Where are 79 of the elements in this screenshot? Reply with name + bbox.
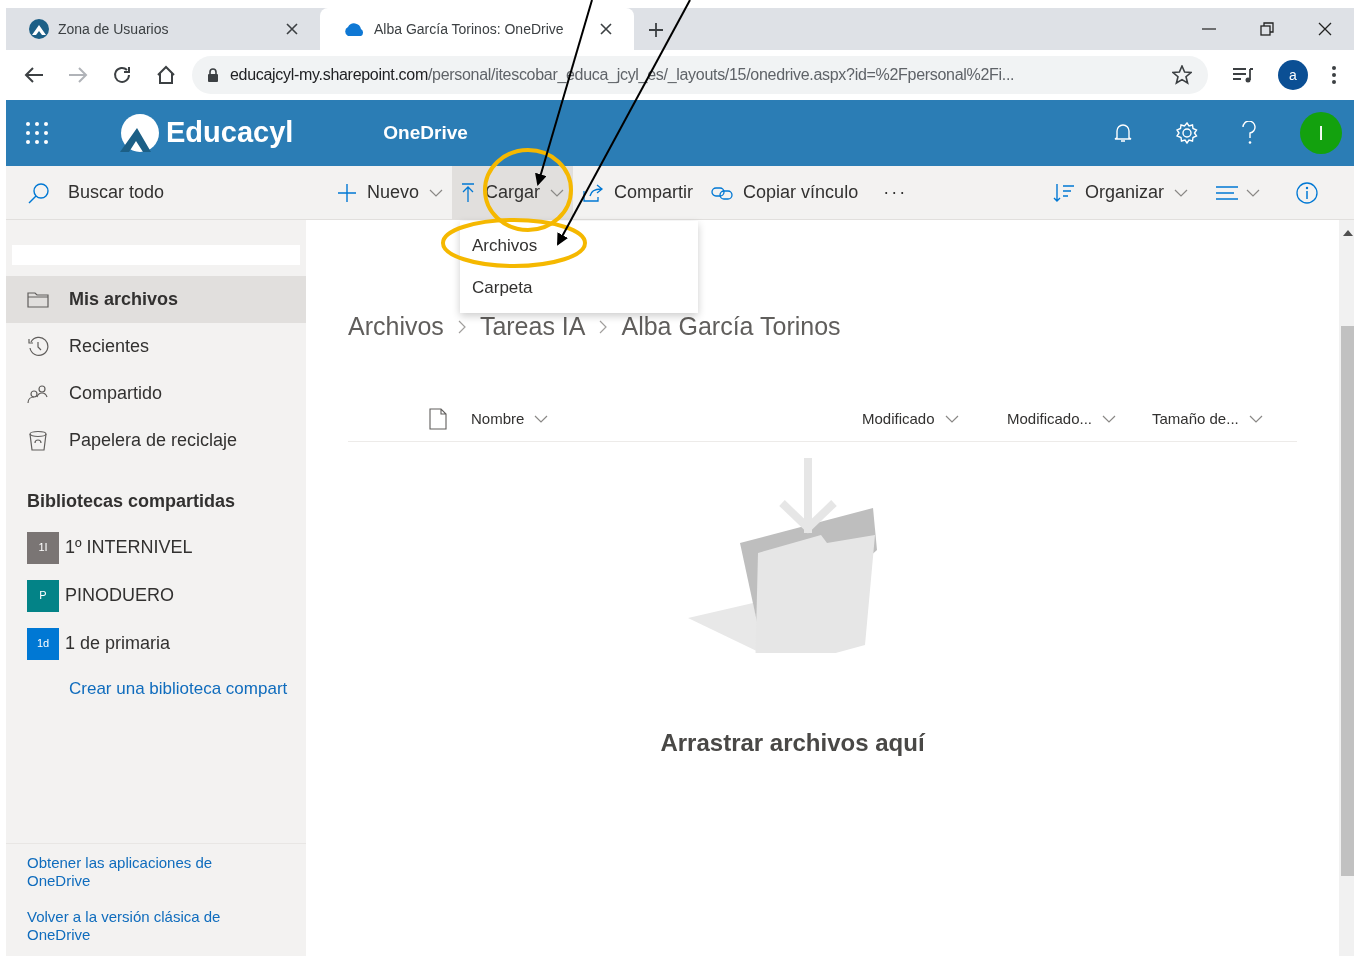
info-icon[interactable] — [1296, 181, 1318, 204]
bell-icon[interactable] — [1114, 123, 1132, 143]
nav-item[interactable]: Mis archivos — [6, 276, 306, 323]
tab-title: Alba García Torinos: OneDrive — [374, 19, 565, 39]
menu-item[interactable]: Archivos — [460, 225, 698, 267]
breadcrumb-item[interactable]: Alba García Torinos — [621, 308, 841, 346]
lock-icon — [208, 68, 218, 82]
star-icon[interactable] — [1172, 65, 1192, 85]
search-icon — [28, 181, 50, 204]
empty-state-message: Arrastrar archivos aquí — [660, 727, 925, 758]
footer-link[interactable]: Volver a la versión clásica de OneDrive — [27, 908, 247, 944]
sort-icon — [1052, 182, 1075, 203]
close-icon[interactable] — [600, 23, 612, 35]
library-badge: P — [27, 579, 59, 612]
column-header[interactable]: Nombre — [471, 407, 862, 431]
command-button[interactable]: Cargar — [452, 166, 574, 219]
settings-icon[interactable] — [1176, 122, 1198, 144]
command-button[interactable]: Copiar vínculo — [702, 166, 868, 219]
more-button[interactable]: ··· — [867, 166, 924, 219]
tab-title: Zona de Usuarios — [58, 19, 170, 39]
reload-icon[interactable] — [112, 65, 132, 85]
chevron-down-icon — [1246, 188, 1260, 197]
app-launcher-icon[interactable] — [26, 122, 48, 144]
library-item[interactable]: 1d 1 de primaria — [6, 627, 306, 660]
plus-icon — [337, 182, 357, 203]
share-icon — [582, 182, 605, 203]
file-type-icon — [429, 408, 447, 430]
upload-icon — [461, 182, 476, 203]
nav-item[interactable]: Papelera de reciclaje — [6, 417, 306, 464]
close-icon[interactable] — [1318, 22, 1332, 36]
site-logo-icon — [28, 18, 50, 40]
app-name[interactable]: OneDrive — [383, 118, 468, 148]
sort-button[interactable]: Organizar — [1052, 179, 1188, 206]
browser-tab[interactable]: Zona de Usuarios — [6, 8, 320, 50]
library-item[interactable]: 1I 1º INTERNIVEL — [6, 531, 306, 564]
back-arrow-icon[interactable] — [24, 66, 44, 84]
browser-tab[interactable]: Alba García Torinos: OneDrive — [320, 8, 634, 50]
profile-avatar[interactable]: a — [1278, 60, 1308, 90]
chevron-down-icon — [1174, 188, 1188, 197]
column-header[interactable]: Modificado... — [1007, 407, 1152, 431]
library-badge: 1d — [27, 627, 59, 660]
column-header[interactable]: Modificado — [862, 407, 1007, 431]
footer-link[interactable]: Obtener las aplicaciones de OneDrive — [27, 854, 247, 890]
menu-icon[interactable] — [1332, 66, 1336, 84]
cloud-icon — [342, 21, 366, 37]
command-button[interactable]: Compartir — [573, 166, 703, 219]
view-options-icon[interactable] — [1216, 185, 1238, 200]
chevron-down-icon — [1248, 415, 1263, 423]
new-tab-icon[interactable] — [648, 22, 664, 38]
brand-name: Educacyl — [166, 115, 294, 151]
link-icon — [711, 184, 734, 201]
chevron-right-icon — [599, 319, 608, 334]
history-icon — [27, 335, 49, 358]
scrollbar-thumb[interactable] — [1341, 326, 1354, 876]
people-icon — [27, 383, 49, 404]
breadcrumb-item[interactable]: Archivos — [348, 308, 444, 346]
chevron-right-icon — [457, 319, 466, 334]
column-header[interactable]: Tamaño de... — [1152, 407, 1297, 431]
nav-item[interactable]: Compartido — [6, 370, 306, 417]
recycle-bin-icon — [28, 429, 48, 452]
folder-icon — [27, 291, 49, 308]
search-field[interactable]: Buscar todo — [6, 166, 306, 219]
close-icon[interactable] — [286, 23, 298, 35]
library-item[interactable]: P PINODUERO — [6, 579, 306, 612]
scroll-up-icon[interactable] — [1343, 230, 1353, 236]
create-library-link[interactable]: Crear una biblioteca compart — [69, 676, 306, 702]
section-heading: Bibliotecas compartidas — [27, 490, 237, 513]
library-badge: 1I — [27, 531, 59, 564]
chevron-down-icon — [944, 415, 959, 423]
media-icon[interactable] — [1232, 67, 1254, 83]
nav-item[interactable]: Recientes — [6, 323, 306, 370]
brand-logo-icon — [118, 113, 160, 153]
command-button[interactable]: Nuevo — [328, 166, 453, 219]
restore-icon[interactable] — [1260, 22, 1274, 36]
menu-item[interactable]: Carpeta — [460, 267, 698, 309]
chevron-down-icon — [534, 415, 549, 423]
help-icon[interactable] — [1242, 121, 1256, 145]
home-icon[interactable] — [156, 65, 176, 85]
chevron-down-icon — [1102, 415, 1117, 423]
